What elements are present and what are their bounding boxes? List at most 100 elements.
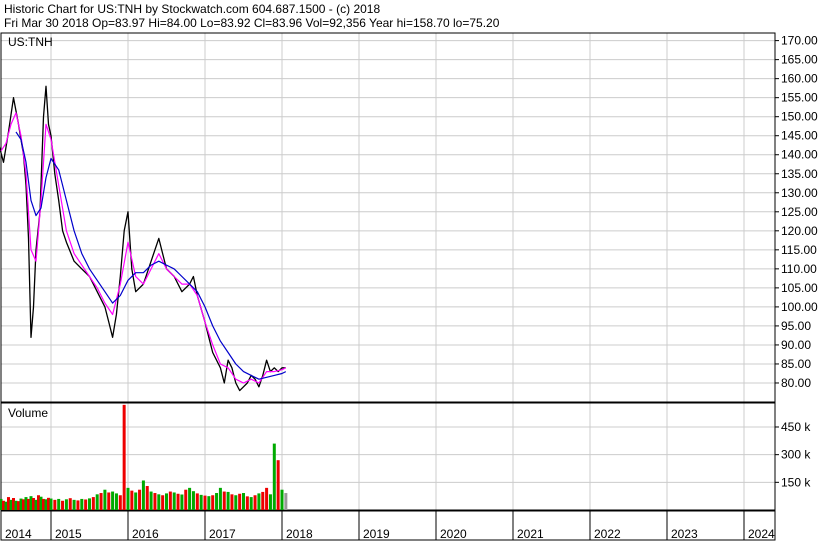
volume-tick-label: 300 k (781, 448, 811, 462)
price-tick-label: 150.00 (781, 110, 818, 124)
volume-bar (180, 494, 184, 510)
volume-bar (149, 491, 153, 510)
year-tick-label: 2021 (517, 527, 544, 541)
volume-bar (226, 491, 230, 510)
volume-bar (257, 493, 261, 510)
volume-bar (57, 498, 61, 510)
volume-bar (215, 493, 219, 510)
volume-bar (64, 499, 68, 510)
volume-bar (111, 491, 115, 510)
price-tick-label: 115.00 (781, 243, 817, 257)
volume-bar (265, 487, 269, 510)
volume-bar (245, 496, 249, 510)
year-tick-label: 2015 (55, 527, 82, 541)
volume-bar (165, 493, 168, 510)
volume-bar (184, 489, 188, 510)
volume-bar (107, 492, 111, 510)
volume-bar (234, 495, 238, 510)
year-tick-label: 2017 (209, 527, 236, 541)
price-tick-label: 120.00 (781, 224, 818, 238)
volume-bar (191, 491, 195, 510)
price-tick-label: 145.00 (781, 129, 818, 143)
volume-bar (95, 494, 99, 510)
volume-bar (103, 489, 107, 510)
chart-header-quote: Fri Mar 30 2018 Op=83.97 Hi=84.00 Lo=83.… (4, 16, 500, 30)
price-panel-label: US:TNH (8, 35, 53, 49)
stock-chart: Historic Chart for US:TNH by Stockwatch.… (0, 0, 830, 543)
price-tick-label: 135.00 (781, 167, 818, 181)
volume-bar (161, 495, 165, 510)
volume-bar (138, 489, 142, 510)
volume-bar (207, 496, 211, 510)
year-tick-label: 2024 (748, 527, 775, 541)
volume-bar (199, 494, 203, 510)
volume-bar (168, 491, 172, 510)
price-tick-label: 85.00 (781, 357, 811, 371)
price-tick-label: 165.00 (781, 53, 818, 67)
volume-bar (242, 493, 245, 510)
volume-bar (126, 487, 130, 510)
price-tick-label: 100.00 (781, 300, 818, 314)
volume-bar (176, 493, 180, 510)
price-tick-label: 160.00 (781, 72, 818, 86)
price-tick-label: 90.00 (781, 338, 811, 352)
year-tick-label: 2016 (132, 527, 159, 541)
year-tick-label: 2014 (5, 527, 32, 541)
volume-bar (249, 497, 253, 510)
volume-bar (222, 491, 226, 510)
volume-bar (230, 494, 234, 510)
year-tick-label: 2020 (440, 527, 467, 541)
volume-bar (268, 494, 272, 510)
year-tick-label: 2022 (594, 527, 621, 541)
volume-bar (211, 495, 215, 510)
volume-bar (141, 480, 145, 510)
volume-bar (203, 495, 207, 510)
volume-bar (280, 489, 284, 510)
volume-tick-label: 450 k (781, 420, 811, 434)
price-tick-label: 130.00 (781, 186, 818, 200)
volume-bar (99, 493, 103, 510)
volume-bar (114, 493, 118, 510)
year-tick-label: 2023 (671, 527, 698, 541)
price-tick-label: 105.00 (781, 281, 818, 295)
volume-bar (272, 443, 276, 510)
volume-bar (118, 495, 122, 510)
price-tick-label: 95.00 (781, 319, 811, 333)
volume-bar (134, 492, 138, 510)
volume-bar (172, 492, 176, 510)
volume-axis-ticks: 450 k 300 k 150 k (775, 420, 811, 489)
price-tick-label: 140.00 (781, 148, 818, 162)
volume-bar (188, 487, 192, 510)
volume-bar (61, 500, 65, 510)
volume-bar (72, 499, 76, 510)
volume-bar (80, 498, 84, 510)
price-tick-label: 110.00 (781, 262, 817, 276)
volume-bar (261, 491, 265, 510)
price-tick-label: 80.00 (781, 376, 811, 390)
volume-bar (153, 493, 157, 510)
volume-bar (284, 493, 288, 510)
volume-bar (91, 497, 95, 510)
volume-bar (68, 498, 72, 510)
volume-bar (238, 493, 242, 510)
year-tick-label: 2018 (286, 527, 313, 541)
volume-panel-label: Volume (8, 406, 48, 420)
price-tick-label: 170.00 (781, 34, 818, 48)
volume-bar (157, 494, 161, 510)
price-tick-label: 125.00 (781, 205, 818, 219)
volume-bar (53, 499, 57, 510)
price-tick-label: 155.00 (781, 91, 818, 105)
volume-bar (218, 487, 222, 510)
chart-header-title: Historic Chart for US:TNH by Stockwatch.… (4, 2, 380, 16)
volume-bar (76, 500, 80, 510)
volume-tick-label: 150 k (781, 475, 811, 489)
volume-bar (122, 404, 126, 510)
volume-bar (195, 493, 199, 510)
volume-bar (88, 498, 91, 510)
year-tick-label: 2019 (363, 527, 390, 541)
volume-bar (253, 495, 257, 510)
volume-bar (84, 499, 88, 510)
volume-bar (276, 460, 280, 510)
volume-bar (145, 486, 149, 510)
volume-bar (49, 498, 53, 510)
